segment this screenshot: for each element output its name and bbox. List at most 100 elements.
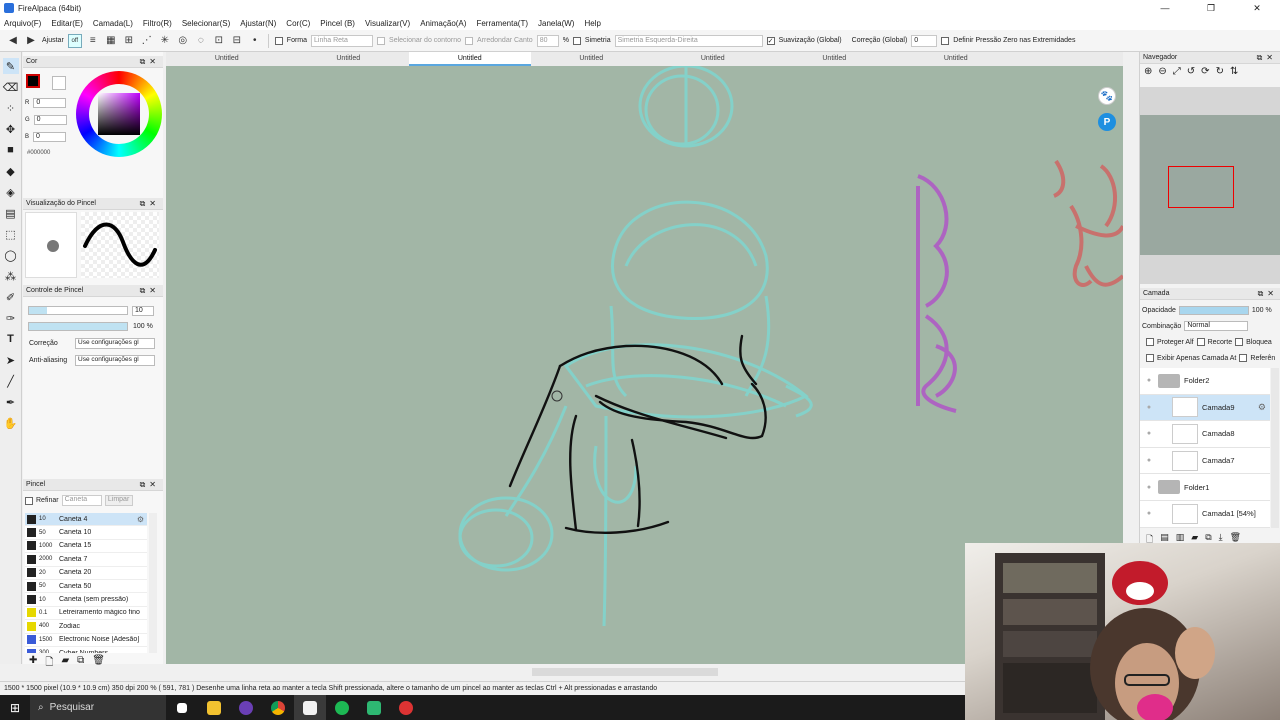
layer-opacity-slider[interactable] <box>1178 306 1249 315</box>
magic-wand-tool-icon[interactable]: ⁂ <box>3 268 19 284</box>
brush-list-item[interactable]: 50 Caneta 50 <box>25 580 147 594</box>
zoom-out-icon[interactable]: ⊖ <box>1158 66 1166 77</box>
patreon-icon[interactable]: P <box>1098 113 1116 131</box>
folder-icon[interactable]: ▰ <box>61 655 69 672</box>
arredondar-input[interactable]: 80 <box>536 34 559 47</box>
tab-untitled[interactable]: Untitled <box>288 52 410 66</box>
visibility-eye-icon[interactable]: ● <box>1140 510 1158 517</box>
menu-ferramenta[interactable]: Ferramenta(T) <box>476 19 528 28</box>
visibility-eye-icon[interactable]: ● <box>1140 430 1158 437</box>
simetria-select[interactable]: Simetria Esquerda-Direita <box>614 34 763 47</box>
select-eraser-tool-icon[interactable]: ✑ <box>3 310 19 326</box>
menu-pincel[interactable]: Pincel (B) <box>320 19 355 28</box>
fill-rect-tool-icon[interactable]: ■ <box>3 142 19 158</box>
r-input[interactable]: 0 <box>33 98 67 108</box>
brush-list-item[interactable]: 10 Caneta (sem pressão) <box>25 593 147 607</box>
brush-list-item[interactable]: 300Cyber Numbers <box>25 647 147 653</box>
chrome-icon[interactable] <box>262 695 294 720</box>
trash-icon[interactable]: 🗑 <box>92 655 105 672</box>
exibir-checkbox[interactable] <box>1146 354 1154 362</box>
select-pen-tool-icon[interactable]: ✐ <box>3 289 19 305</box>
select-tool-icon[interactable]: ⬚ <box>3 226 19 242</box>
scrollbar-thumb[interactable] <box>532 668 718 676</box>
minimize-button[interactable]: — <box>1142 0 1188 16</box>
snap-curve-icon[interactable]: ◌ <box>194 34 208 48</box>
visibility-eye-icon[interactable]: ● <box>1140 377 1158 384</box>
selecionar-contorno-checkbox[interactable] <box>377 36 386 45</box>
background-color-swatch[interactable] <box>52 76 66 90</box>
menu-editar[interactable]: Editar(E) <box>51 19 83 28</box>
panel-controls[interactable]: ⧉✕ <box>1257 53 1277 63</box>
tab-untitled[interactable]: Untitled <box>895 52 1017 66</box>
tab-untitled-active[interactable]: Untitled <box>409 52 531 66</box>
snap-crisscross-icon[interactable]: ⊞ <box>122 34 136 48</box>
antialias-select[interactable]: Use configurações gl <box>75 355 155 366</box>
forma-select[interactable]: Linha Reta <box>311 34 374 47</box>
obs-icon[interactable] <box>230 695 262 720</box>
snap-perspective-icon[interactable]: ⊟ <box>230 34 244 48</box>
brush-list-item[interactable]: 50 Caneta 10 <box>25 526 147 540</box>
snap-parallel-icon[interactable]: ≡ <box>86 34 100 48</box>
fill-tool-icon[interactable]: ◈ <box>3 184 19 200</box>
new-brush-icon[interactable]: 🗋 <box>45 655 53 672</box>
dot-tool-icon[interactable]: ⁘ <box>3 100 19 116</box>
rotate-right-icon[interactable]: ↻ <box>1216 66 1224 77</box>
flip-icon[interactable]: ⇅ <box>1230 66 1238 77</box>
brush-list-scrollbar[interactable] <box>149 513 157 653</box>
brush-list-item[interactable]: 20 Caneta 20 <box>25 567 147 580</box>
maximize-button[interactable]: ❐ <box>1188 0 1234 16</box>
brush-list-item[interactable]: 2000 Caneta 7 <box>25 553 147 567</box>
b-input[interactable]: 0 <box>33 132 67 142</box>
rotate-left-icon[interactable]: ↺ <box>1187 66 1195 77</box>
menu-cor[interactable]: Cor(C) <box>286 19 310 28</box>
layer-list-scrollbar[interactable] <box>1271 368 1279 528</box>
layer-row[interactable]: ● Camada8 <box>1140 421 1270 448</box>
panel-controls[interactable]: ⧉✕ <box>140 480 160 490</box>
windows-start-icon[interactable]: ⊞ <box>0 701 30 715</box>
menu-arquivo[interactable]: Arquivo(F) <box>4 19 41 28</box>
snap-radial-icon[interactable]: ✳ <box>158 34 172 48</box>
layer-folder-row[interactable]: ● Folder1 <box>1140 474 1270 501</box>
menu-camada[interactable]: Camada(L) <box>93 19 133 28</box>
menu-janela[interactable]: Janela(W) <box>538 19 574 28</box>
tab-untitled[interactable]: Untitled <box>774 52 896 66</box>
brush-filter-input[interactable]: Caneta <box>61 495 102 506</box>
menu-selecionar[interactable]: Selecionar(S) <box>182 19 230 28</box>
foreground-color-swatch[interactable] <box>26 74 40 88</box>
limpar-button[interactable]: Limpar <box>104 495 133 506</box>
suavizacao-checkbox[interactable] <box>766 36 775 45</box>
operation-tool-icon[interactable]: ➤ <box>3 352 19 368</box>
recorder-icon[interactable] <box>390 695 422 720</box>
spotify-icon[interactable] <box>326 695 358 720</box>
bucket-tool-icon[interactable]: ◆ <box>3 163 19 179</box>
redo-icon[interactable]: ▶ <box>24 34 38 48</box>
visibility-eye-icon[interactable]: ● <box>1140 484 1158 491</box>
visibility-eye-icon[interactable]: ● <box>1140 404 1158 411</box>
text-tool-icon[interactable]: T <box>3 331 19 347</box>
brush-size-input[interactable]: 10 <box>132 306 154 316</box>
proteger-checkbox[interactable] <box>1146 338 1154 346</box>
firealpaca-icon[interactable] <box>294 695 326 720</box>
recorte-checkbox[interactable] <box>1196 338 1205 346</box>
eyedropper-tool-icon[interactable]: ✒ <box>3 394 19 410</box>
snap-off-button[interactable]: off <box>67 33 82 48</box>
arredondar-checkbox[interactable] <box>465 36 474 45</box>
close-button[interactable]: ✕ <box>1234 0 1280 16</box>
referencia-checkbox[interactable] <box>1239 354 1248 362</box>
tab-untitled[interactable]: Untitled <box>652 52 774 66</box>
gear-icon[interactable]: ⚙ <box>1258 402 1266 413</box>
duplicate-icon[interactable]: ⧉ <box>77 655 84 672</box>
menu-filtro[interactable]: Filtro(R) <box>143 19 172 28</box>
gear-icon[interactable]: ⚙ <box>137 515 144 524</box>
brush-opacity-slider[interactable] <box>28 322 128 331</box>
tab-untitled[interactable]: Untitled <box>166 52 288 66</box>
move-tool-icon[interactable]: ✥ <box>3 121 19 137</box>
menu-animacao[interactable]: Animação(A) <box>420 19 466 28</box>
layer-row[interactable]: ● Camada1 [54%] <box>1140 501 1270 528</box>
brush-tool-icon[interactable]: ✎ <box>2 58 19 74</box>
eraser-tool-icon[interactable]: ⌫ <box>3 79 19 95</box>
menu-ajustar[interactable]: Ajustar(N) <box>240 19 276 28</box>
refinar-checkbox[interactable] <box>25 496 33 505</box>
menu-help[interactable]: Help <box>584 19 600 28</box>
layer-folder-row[interactable]: ● Folder2 <box>1140 368 1270 395</box>
